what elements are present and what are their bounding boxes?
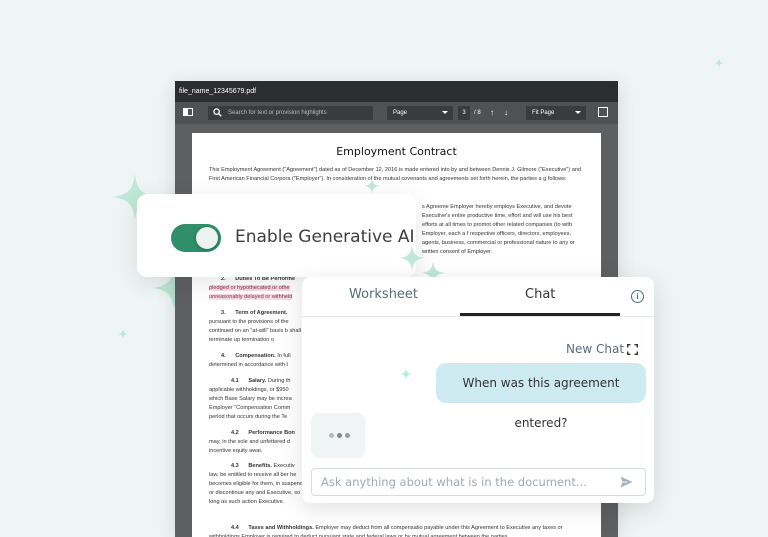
highlight[interactable]: pledged or hypothecated or othe [209,285,290,291]
search-input[interactable]: Search for text or provision highlights [208,106,373,120]
section-number: 4.3 [231,463,239,469]
generative-ai-toggle[interactable] [171,224,221,252]
typing-dot [329,433,334,438]
toggle-knob [196,227,218,249]
section-heading: Performance Bon [248,430,295,436]
section-heading: Salary. [248,378,267,384]
page-number-input[interactable]: 3 [458,106,470,120]
page-total: / 8 [474,110,481,116]
section-number: 3. [221,310,226,316]
section-heading: Benefits. [248,463,272,469]
sparkle-icon [364,178,380,194]
zoom-label: Fit Page [532,110,555,116]
section-4-3: 4.3 Benefits. Executiv law, be entitled … [209,462,304,507]
search-icon [213,108,222,117]
generative-ai-label: Enable Generative AI [235,227,415,247]
image-icon[interactable] [598,107,608,117]
page-mode-select[interactable]: Page [387,106,453,120]
chat-panel: Worksheet Chat i New Chat When was this … [302,277,654,503]
arrow-up-icon[interactable]: ↑ [490,106,494,120]
sparkle-icon [400,368,412,380]
section-number: 4.1 [231,378,239,384]
info-icon[interactable]: i [631,290,644,303]
section-4: 4. Compensation. In full determined in a… [209,352,304,370]
send-icon[interactable] [620,476,633,488]
section-number: 4. [221,353,226,359]
section-heading: Compensation. [235,353,276,359]
section-text: may, in the sole and unfettered d incent… [209,439,291,454]
highlight[interactable]: unreasonably delayed or withheld [209,294,293,300]
file-name: file_name_12345679.pdf [175,81,618,102]
section-4-4: 4.4 Taxes and Withholdings. Employer may… [209,524,584,537]
section-heading: Taxes and Withholdings. [248,525,314,531]
typing-indicator [311,413,365,458]
zoom-select[interactable]: Fit Page [526,106,586,120]
chevron-down-icon [442,111,448,114]
search-placeholder: Search for text or provision highlights [228,110,327,116]
tab-divider [302,316,654,317]
section-number: 4.2 [231,430,239,436]
section-text: Executiv law, be entitled to receive all… [209,463,303,505]
tab-worksheet[interactable]: Worksheet [349,287,418,302]
section-text: During th applicable withholdings, or $9… [209,378,292,420]
sparkle-icon [714,58,724,68]
viewer-toolbar: Search for text or provision highlights … [175,102,618,124]
section-4-2: 4.2 Performance Bon may, in the sole and… [209,429,304,456]
section-number: 4.4 [231,525,239,531]
user-message: When was this agreement entered? [436,363,646,430]
generative-ai-card: Enable Generative AI [137,194,416,277]
chat-input[interactable]: Ask anything about what is in the docume… [311,468,646,496]
chevron-down-icon [575,111,581,114]
section-4-1: 4.1 Salary. During th applicable withhol… [209,377,304,422]
sidebar-toggle-icon[interactable] [183,108,193,116]
sparkle-icon [118,329,128,339]
section-heading: Term of Agreement. [235,310,288,316]
document-title: Employment Contract [336,145,457,158]
section-3: 3. Term of Agreement. pursuant to the pr… [209,309,304,345]
page-mode-label: Page [393,110,408,116]
new-chat-button[interactable]: New Chat [566,342,624,356]
section-1-text: s Agreeme Employer hereby employs Execut… [422,204,575,255]
arrow-down-icon[interactable]: ↓ [504,106,508,120]
typing-dot [337,433,342,438]
tab-chat[interactable]: Chat [525,287,555,302]
section-text: pursuant to the provisions of the contin… [209,319,301,343]
intro-paragraph: This Employment Agreement ("Agreement") … [209,167,582,182]
fullscreen-icon[interactable] [627,344,638,355]
typing-dot [345,433,350,438]
